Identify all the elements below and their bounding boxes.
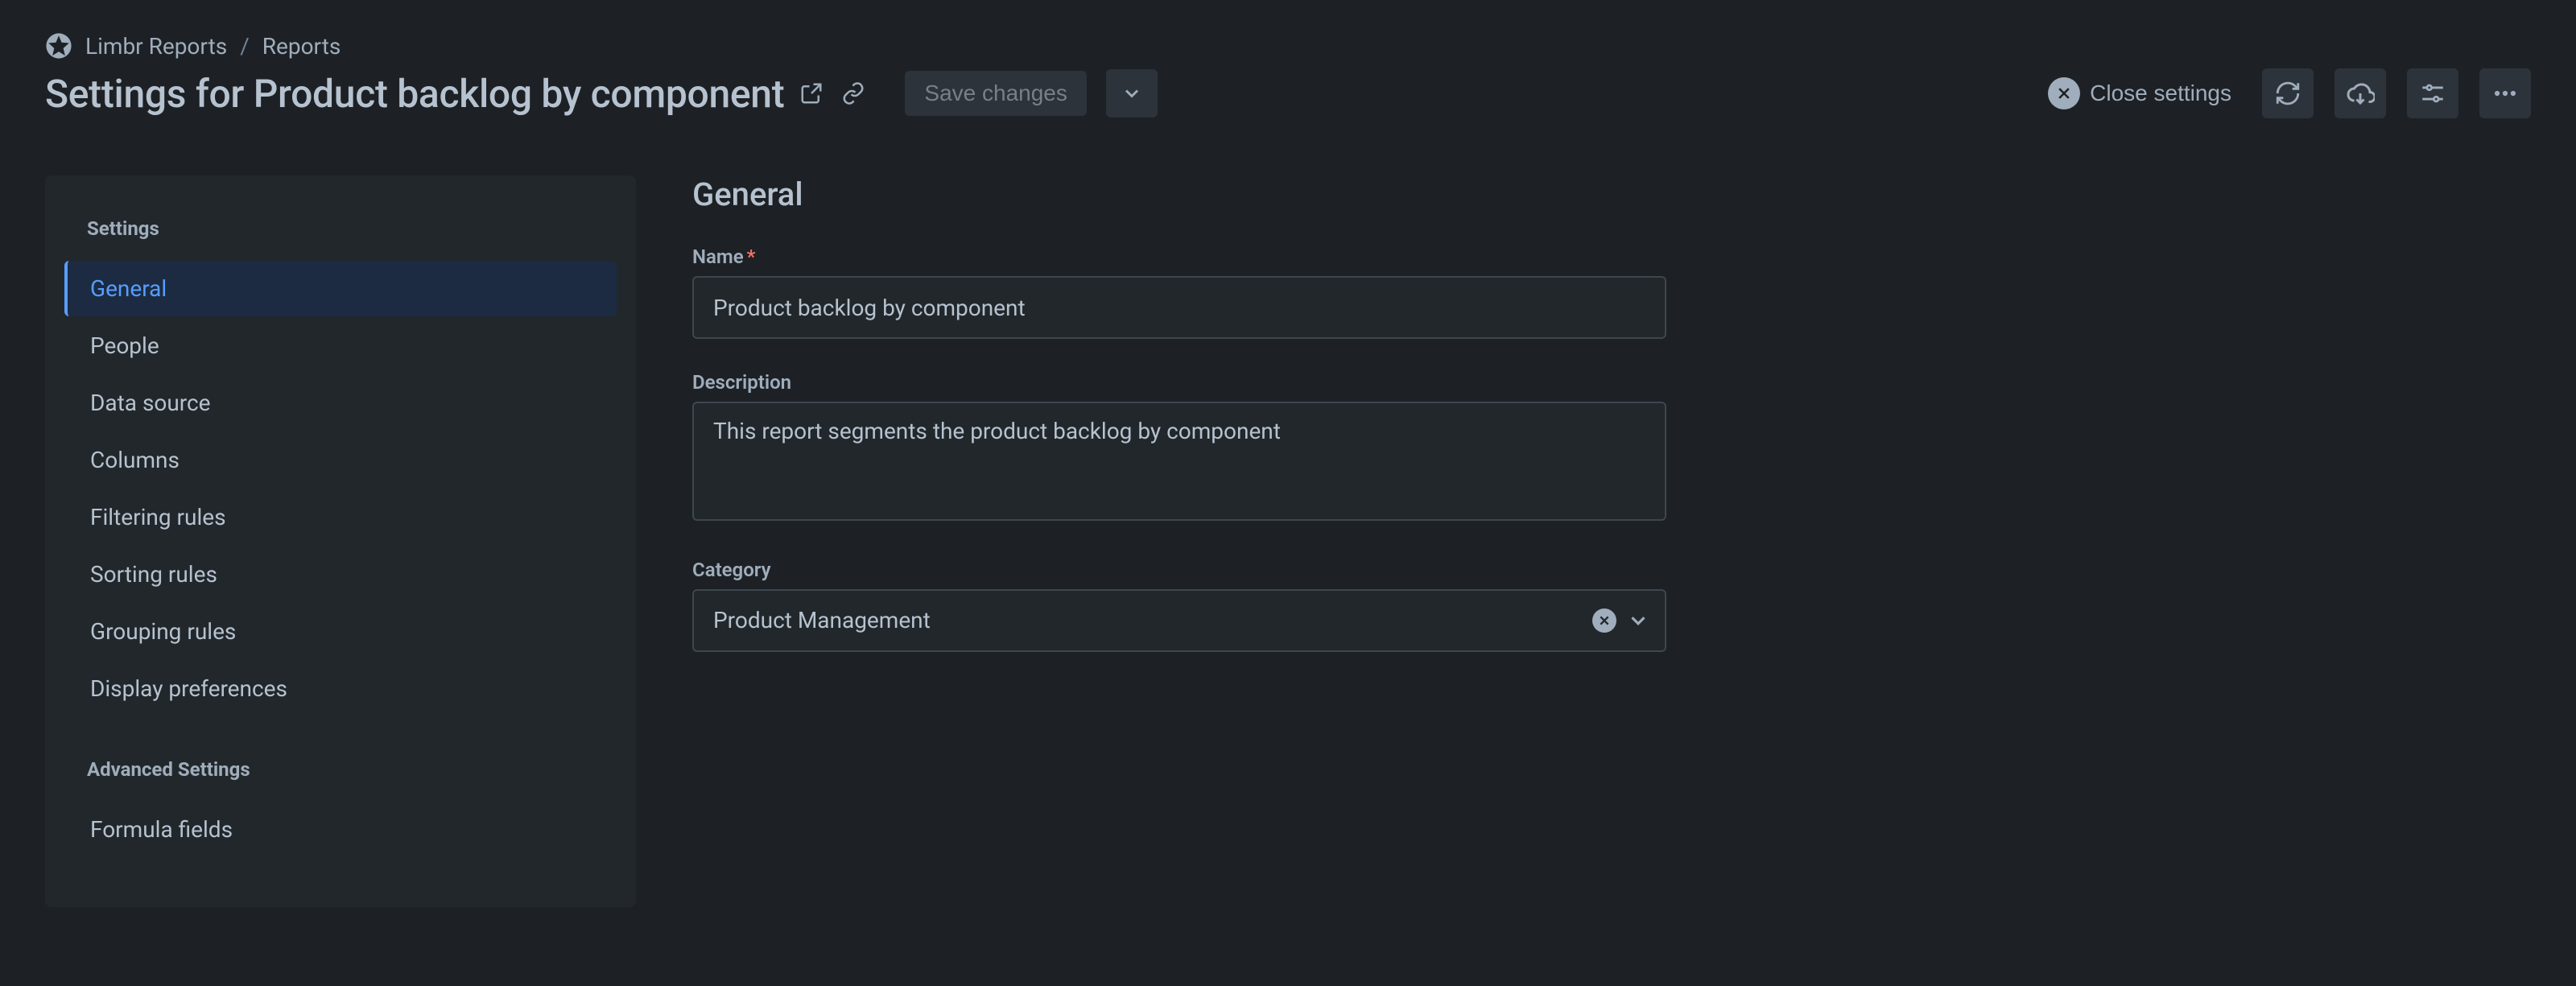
close-settings-label: Close settings	[2090, 80, 2231, 106]
sidebar-item-label: Formula fields	[90, 816, 233, 843]
save-dropdown-button[interactable]	[1106, 69, 1158, 118]
name-input[interactable]	[692, 276, 1666, 339]
export-button[interactable]	[2334, 68, 2386, 118]
category-label: Category	[692, 559, 1666, 581]
sidebar-item-people[interactable]: People	[64, 318, 617, 373]
cloud-download-icon	[2346, 79, 2375, 108]
page-title: Settings for Product backlog by componen…	[45, 71, 784, 117]
app-logo-icon	[45, 32, 72, 60]
sidebar-item-columns[interactable]: Columns	[64, 432, 617, 488]
sidebar-item-label: Display preferences	[90, 675, 287, 702]
category-dropdown-toggle[interactable]	[1626, 609, 1650, 633]
sidebar-item-label: General	[90, 275, 167, 302]
sidebar-item-label: Grouping rules	[90, 618, 236, 645]
sidebar-item-formula-fields[interactable]: Formula fields	[64, 802, 617, 857]
sidebar-item-filtering-rules[interactable]: Filtering rules	[64, 489, 617, 545]
breadcrumb-section-link[interactable]: Reports	[262, 33, 341, 60]
sidebar-item-general[interactable]: General	[64, 261, 617, 316]
sidebar-item-display-preferences[interactable]: Display preferences	[64, 661, 617, 716]
settings-sidebar: Settings General People Data source Colu…	[45, 175, 636, 907]
breadcrumb-separator: /	[240, 33, 250, 60]
section-title-general: General	[692, 175, 1666, 213]
name-label: Name*	[692, 245, 1666, 268]
sidebar-item-label: Sorting rules	[90, 561, 217, 588]
description-textarea[interactable]	[692, 402, 1666, 521]
sidebar-item-data-source[interactable]: Data source	[64, 375, 617, 431]
chevron-down-icon	[1626, 609, 1650, 633]
sidebar-item-sorting-rules[interactable]: Sorting rules	[64, 547, 617, 602]
category-select[interactable]: Product Management	[692, 589, 1666, 652]
sidebar-heading-settings: Settings	[61, 208, 620, 259]
sidebar-item-label: People	[90, 332, 159, 359]
open-external-icon[interactable]	[797, 79, 826, 108]
breadcrumb-app-link[interactable]: Limbr Reports	[85, 33, 227, 60]
sidebar-heading-advanced: Advanced Settings	[61, 749, 620, 800]
filter-settings-button[interactable]	[2407, 68, 2458, 118]
more-horizontal-icon	[2491, 80, 2519, 107]
breadcrumb: Limbr Reports / Reports	[45, 32, 2531, 60]
refresh-icon	[2274, 80, 2301, 107]
close-icon	[2048, 77, 2080, 109]
sidebar-item-grouping-rules[interactable]: Grouping rules	[64, 604, 617, 659]
sliders-icon	[2419, 80, 2446, 107]
close-icon	[1598, 614, 1611, 627]
sidebar-item-label: Filtering rules	[90, 504, 226, 530]
description-label: Description	[692, 371, 1666, 394]
settings-main-panel: General Name* Description Category Produ…	[692, 175, 1666, 907]
more-actions-button[interactable]	[2479, 68, 2531, 118]
close-settings-button[interactable]: Close settings	[2038, 68, 2241, 119]
link-icon[interactable]	[839, 79, 868, 108]
sidebar-item-label: Data source	[90, 390, 211, 416]
required-asterisk: *	[747, 245, 756, 268]
clear-category-button[interactable]	[1592, 609, 1616, 633]
sidebar-item-label: Columns	[90, 447, 180, 473]
save-changes-button[interactable]: Save changes	[905, 71, 1086, 116]
header-row: Settings for Product backlog by componen…	[45, 68, 2531, 119]
refresh-button[interactable]	[2262, 68, 2314, 118]
